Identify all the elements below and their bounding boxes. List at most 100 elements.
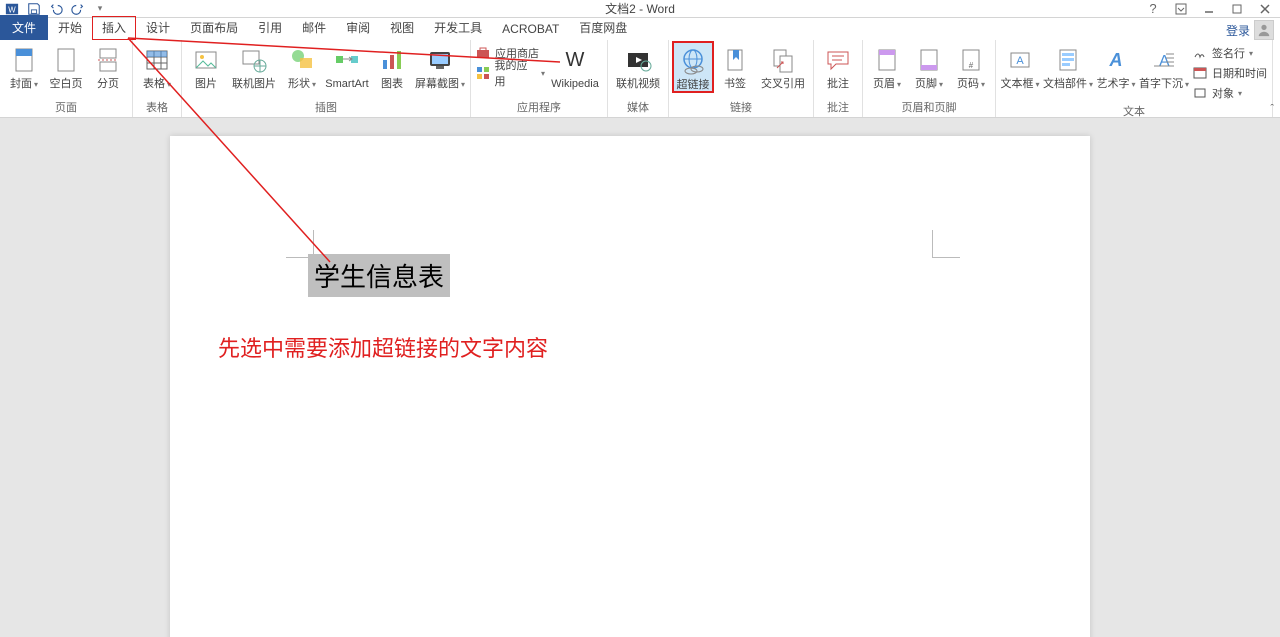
online-picture-button[interactable]: 联机图片	[228, 42, 280, 90]
online-video-icon	[622, 44, 654, 76]
redo-icon[interactable]	[70, 1, 86, 17]
group-symbols: π公式 Ω符号 #编号 符号	[1273, 40, 1280, 117]
svg-text:#: #	[969, 61, 974, 70]
header-icon	[871, 44, 903, 76]
datetime-button[interactable]: 日期和时间	[1192, 64, 1268, 82]
textbox-button[interactable]: A文本框	[1000, 42, 1040, 90]
signature-button[interactable]: 签名行	[1192, 44, 1268, 62]
ribbon-options-icon[interactable]	[1172, 1, 1190, 17]
page-break-icon	[92, 44, 124, 76]
object-icon	[1192, 85, 1208, 101]
maximize-icon[interactable]	[1228, 1, 1246, 17]
table-icon	[141, 44, 173, 76]
user-avatar-icon[interactable]	[1254, 20, 1274, 40]
blank-page-button[interactable]: 空白页	[46, 42, 86, 90]
close-icon[interactable]	[1256, 1, 1274, 17]
cover-page-button[interactable]: 封面	[4, 42, 44, 90]
login-link[interactable]: 登录	[1226, 22, 1250, 39]
group-apps: 应用商店 我的应用 WWikipedia 应用程序	[471, 40, 608, 117]
picture-button[interactable]: 图片	[186, 42, 226, 90]
tab-design[interactable]: 设计	[136, 16, 180, 40]
minimize-icon[interactable]	[1200, 1, 1218, 17]
window-title: 文档2 - Word	[605, 0, 675, 17]
group-label-apps: 应用程序	[475, 98, 603, 117]
tab-review[interactable]: 审阅	[336, 16, 380, 40]
wikipedia-icon: W	[559, 44, 591, 76]
svg-text:W: W	[8, 5, 16, 14]
svg-text:A: A	[1016, 55, 1024, 67]
page-break-button[interactable]: 分页	[88, 42, 128, 90]
picture-icon	[190, 44, 222, 76]
collapse-ribbon-icon[interactable]: ˆ	[1270, 103, 1274, 115]
table-button[interactable]: 表格	[137, 42, 177, 90]
bookmark-icon	[719, 44, 751, 76]
hyperlink-icon	[677, 45, 709, 77]
screenshot-button[interactable]: 屏幕截图	[414, 42, 466, 90]
document-area: 学生信息表 先选中需要添加超链接的文字内容	[0, 118, 1280, 637]
group-comments: 批注 批注	[814, 40, 863, 117]
annotation-text: 先选中需要添加超链接的文字内容	[218, 331, 548, 363]
group-label-pages: 页面	[4, 98, 128, 117]
cover-page-icon	[8, 44, 40, 76]
signature-icon	[1192, 45, 1208, 61]
selected-text[interactable]: 学生信息表	[308, 254, 450, 297]
blank-page-icon	[50, 44, 82, 76]
group-illustrations: 图片 联机图片 形状 SmartArt 图表 屏幕截图 插图	[182, 40, 471, 117]
window-controls: ?	[1144, 1, 1280, 17]
wordart-icon: A	[1100, 44, 1132, 76]
tab-file[interactable]: 文件	[0, 15, 48, 40]
group-label-media: 媒体	[612, 98, 664, 117]
tab-baidu[interactable]: 百度网盘	[569, 16, 637, 40]
group-headerfooter: 页眉 页脚 #页码 页眉和页脚	[863, 40, 996, 117]
tab-view[interactable]: 视图	[380, 16, 424, 40]
group-media: 联机视频 媒体	[608, 40, 669, 117]
footer-icon	[913, 44, 945, 76]
app-store-icon	[475, 45, 491, 61]
textbox-icon: A	[1004, 44, 1036, 76]
chart-button[interactable]: 图表	[372, 42, 412, 90]
shapes-button[interactable]: 形状	[282, 42, 322, 90]
qat-customize-icon[interactable]: ▾	[92, 1, 108, 17]
smartart-button[interactable]: SmartArt	[324, 42, 370, 90]
my-apps-button[interactable]: 我的应用	[475, 64, 545, 82]
comment-icon	[822, 44, 854, 76]
screenshot-icon	[424, 44, 456, 76]
shapes-icon	[286, 44, 318, 76]
header-button[interactable]: 页眉	[867, 42, 907, 90]
footer-button[interactable]: 页脚	[909, 42, 949, 90]
wikipedia-button[interactable]: WWikipedia	[547, 42, 603, 90]
quickparts-button[interactable]: 文档部件	[1042, 42, 1094, 90]
group-tables: 表格 表格	[133, 40, 182, 117]
margin-corner-tr	[932, 230, 960, 258]
online-video-button[interactable]: 联机视频	[612, 42, 664, 90]
hyperlink-button[interactable]: 超链接	[673, 42, 713, 92]
group-label-links: 链接	[673, 98, 809, 117]
tab-developer[interactable]: 开发工具	[424, 16, 492, 40]
document-page[interactable]: 学生信息表 先选中需要添加超链接的文字内容	[170, 136, 1090, 637]
pagenum-button[interactable]: #页码	[951, 42, 991, 90]
tab-home[interactable]: 开始	[48, 16, 92, 40]
wordart-button[interactable]: A艺术字	[1096, 42, 1136, 90]
help-icon[interactable]: ?	[1144, 1, 1162, 17]
my-apps-icon	[475, 65, 490, 81]
quickparts-icon	[1052, 44, 1084, 76]
crossref-button[interactable]: 交叉引用	[757, 42, 809, 90]
object-button[interactable]: 对象	[1192, 84, 1268, 102]
tab-acrobat[interactable]: ACROBAT	[492, 19, 569, 40]
group-text: A文本框 文档部件 A艺术字 A首字下沉 签名行 日期和时间 对象 文本	[996, 40, 1273, 117]
undo-icon[interactable]	[48, 1, 64, 17]
comment-button[interactable]: 批注	[818, 42, 858, 90]
chart-icon	[376, 44, 408, 76]
crossref-icon	[767, 44, 799, 76]
svg-text:W: W	[566, 49, 585, 71]
bookmark-button[interactable]: 书签	[715, 42, 755, 90]
tab-references[interactable]: 引用	[248, 16, 292, 40]
pagenum-icon: #	[955, 44, 987, 76]
tab-layout[interactable]: 页面布局	[180, 16, 248, 40]
ribbon-tabs: 文件 开始 插入 设计 页面布局 引用 邮件 审阅 视图 开发工具 ACROBA…	[0, 18, 1280, 40]
tab-insert[interactable]: 插入	[92, 16, 136, 40]
group-links: 超链接 书签 交叉引用 链接	[669, 40, 814, 117]
smartart-icon	[331, 44, 363, 76]
tab-mailings[interactable]: 邮件	[292, 16, 336, 40]
dropcap-button[interactable]: A首字下沉	[1138, 42, 1190, 90]
